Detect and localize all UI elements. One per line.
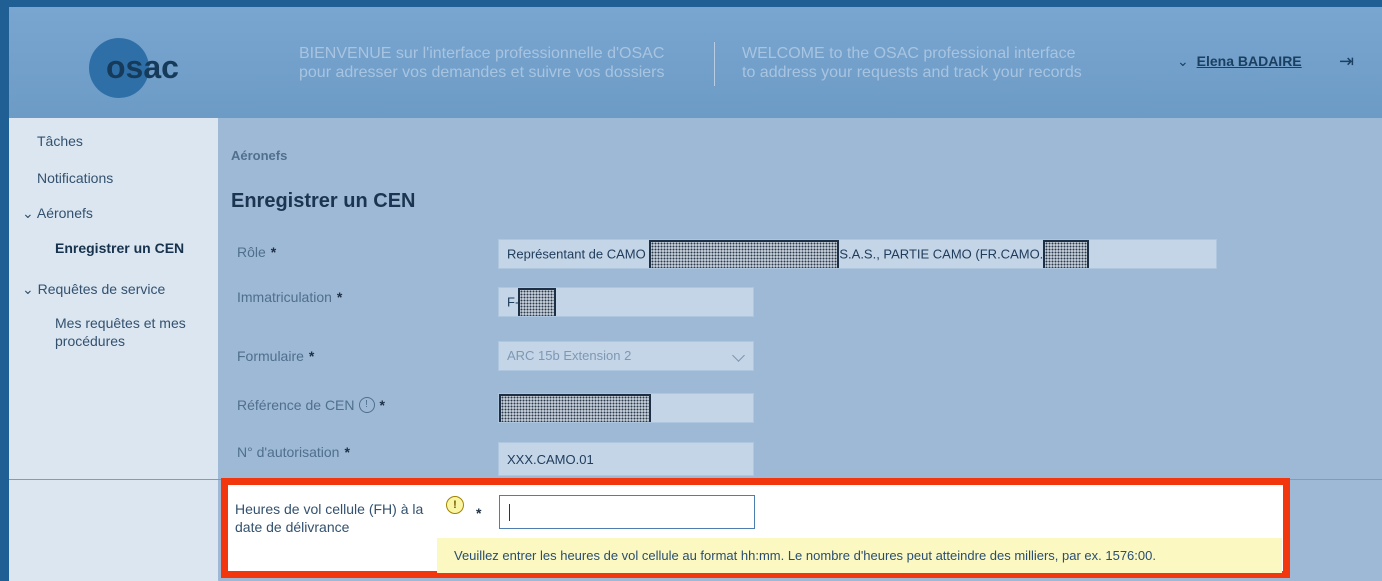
immatriculation-label: Immatriculation * <box>237 289 342 305</box>
page-title: Enregistrer un CEN <box>231 190 416 212</box>
tooltip: Veuillez entrer les heures de vol cellul… <box>437 538 1282 573</box>
sidebar-item-label: Requêtes de service <box>37 281 166 297</box>
formulaire-value: ARC 15b Extension 2 <box>507 348 632 363</box>
reference-cen-label-text: Référence de CEN <box>237 397 355 413</box>
welcome-en: WELCOME to the OSAC professional interfa… <box>742 44 1082 82</box>
autorisation-label-text: N° d'autorisation <box>237 444 340 460</box>
reference-cen-field[interactable] <box>498 393 754 423</box>
immatriculation-field[interactable]: F- <box>498 287 754 317</box>
heures-vol-label: Heures de vol cellule (FH) à la date de … <box>235 501 424 535</box>
autorisation-label: N° d'autorisation * <box>237 444 350 460</box>
warning-icon[interactable]: ! <box>446 496 464 514</box>
welcome-fr-line1: BIENVENUE sur l'interface professionnell… <box>299 45 665 62</box>
logo-text: osac <box>106 49 179 85</box>
required-mark: * <box>379 397 385 413</box>
required-mark: * <box>344 444 350 460</box>
header-divider <box>714 42 715 86</box>
required-mark: * <box>336 289 343 305</box>
breadcrumb[interactable]: Aéronefs <box>231 148 287 163</box>
welcome-en-line1: WELCOME to the OSAC professional interfa… <box>742 45 1076 62</box>
text-cursor <box>509 504 510 521</box>
role-label: Rôle * <box>237 244 276 260</box>
redaction-block <box>1043 240 1090 268</box>
formulaire-label: Formulaire * <box>237 348 314 364</box>
chevron-down-icon: ⌄ <box>22 281 34 297</box>
sidebar-item-aeronefs[interactable]: ⌄ Aéronefs <box>22 205 93 222</box>
role-value-suffix: S.A.S., PARTIE CAMO (FR.CAMO. <box>839 246 1044 262</box>
autorisation-field[interactable]: XXX.CAMO.01 <box>498 442 754 476</box>
redaction-block <box>499 394 651 422</box>
reference-cen-label: Référence de CEN! * <box>237 397 385 413</box>
formulaire-label-text: Formulaire <box>237 348 304 364</box>
formulaire-select[interactable]: ARC 15b Extension 2 <box>498 341 754 371</box>
welcome-fr: BIENVENUE sur l'interface professionnell… <box>299 44 665 82</box>
role-label-text: Rôle <box>237 244 266 260</box>
app-frame: osac BIENVENUE sur l'interface professio… <box>9 7 1382 581</box>
welcome-en-line2: to address your requests and track your … <box>742 64 1082 81</box>
required-mark: * <box>270 244 277 260</box>
required-mark: * <box>476 505 482 521</box>
immatriculation-label-text: Immatriculation <box>237 289 332 305</box>
sidebar-item-mes-requetes[interactable]: Mes requêtes et mes procédures <box>55 314 195 350</box>
sidebar-item-label: Aéronefs <box>36 205 93 221</box>
sidebar-item-requetes-service[interactable]: ⌄ Requêtes de service <box>22 281 165 298</box>
logout-icon[interactable]: ⇥ <box>1339 51 1354 72</box>
sidebar-item-taches[interactable]: Tâches <box>37 133 83 149</box>
redaction-block <box>649 240 840 268</box>
chevron-down-icon: ⌄ <box>1177 53 1189 69</box>
header: osac BIENVENUE sur l'interface professio… <box>9 7 1382 118</box>
chevron-down-icon: ⌄ <box>22 205 34 221</box>
role-value-prefix: Représentant de CAMO <box>507 246 646 262</box>
redaction-block <box>518 288 557 316</box>
required-mark: * <box>308 348 315 364</box>
sidebar-item-enregistrer-cen[interactable]: Enregistrer un CEN <box>55 240 184 256</box>
sidebar-item-notifications[interactable]: Notifications <box>37 170 113 186</box>
chevron-down-icon <box>732 349 745 362</box>
user-menu[interactable]: ⌄ Elena BADAIRE <box>1177 53 1302 70</box>
user-name[interactable]: Elena BADAIRE <box>1197 53 1302 69</box>
welcome-fr-line2: pour adresser vos demandes et suivre vos… <box>299 64 665 81</box>
role-field[interactable]: Représentant de CAMO S.A.S., PARTIE CAMO… <box>498 239 1217 269</box>
heures-vol-input[interactable] <box>499 495 755 529</box>
info-icon[interactable]: ! <box>358 397 375 413</box>
